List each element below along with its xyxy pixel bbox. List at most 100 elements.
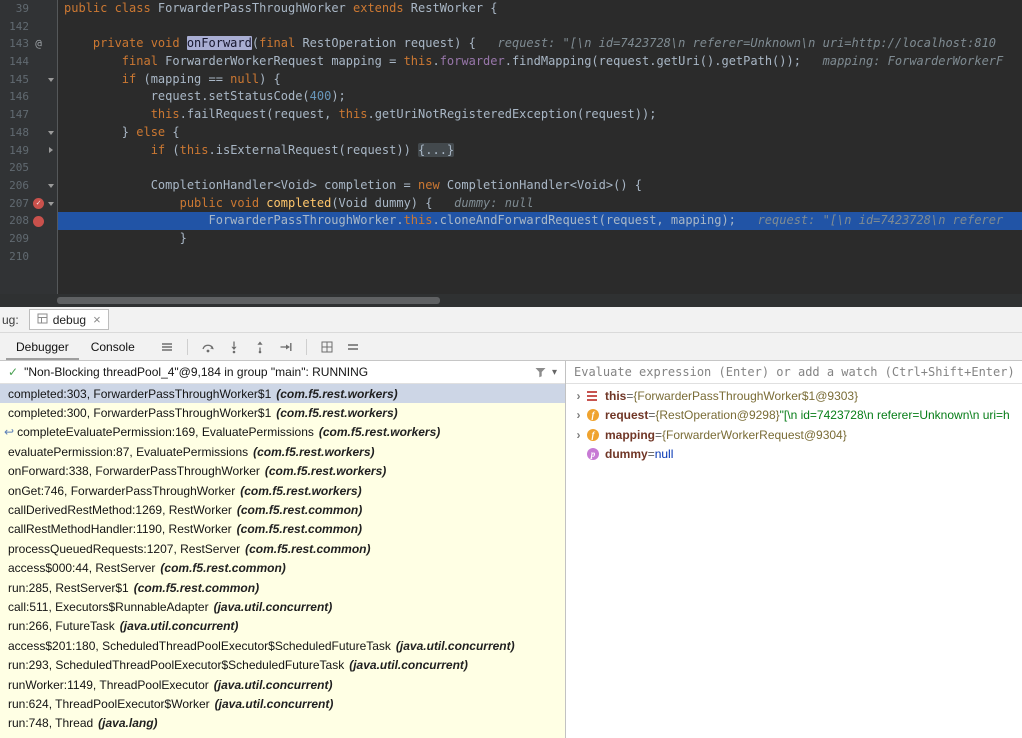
gutter-icon-slot (31, 248, 46, 266)
fold-marker-icon[interactable] (46, 177, 56, 195)
evaluate-expression-input[interactable]: Evaluate expression (Enter) or add a wat… (566, 361, 1022, 384)
variable-row[interactable]: p dummy = null (566, 445, 1022, 465)
stack-frame-row[interactable]: runWorker:1149, ThreadPoolExecutor (java.… (0, 675, 565, 694)
stack-frame-row[interactable]: run:748, Thread (java.lang) (0, 714, 565, 733)
variable-value: = (655, 427, 663, 442)
filter-icon[interactable] (535, 367, 546, 378)
line-number: 207 (9, 196, 29, 210)
code-line[interactable]: 147 this.failRequest(request, this.getUr… (0, 106, 1022, 124)
stack-frame-row[interactable]: completed:300, ForwarderPassThroughWorke… (0, 403, 565, 422)
gutter-icon-slot (31, 177, 46, 195)
param-icon: p (587, 448, 599, 461)
close-icon[interactable]: × (93, 312, 101, 327)
line-number: 149 (9, 143, 29, 157)
code-line[interactable]: 144 final ForwarderWorkerRequest mapping… (0, 53, 1022, 71)
code-line[interactable]: 207 ✓ public void completed(Void dummy) {… (0, 195, 1022, 213)
stack-frame-row[interactable]: call:511, Executors$RunnableAdapter (java… (0, 597, 565, 616)
view-breakpoints-icon[interactable] (317, 338, 337, 356)
step-out-icon[interactable] (250, 338, 270, 356)
line-number: 206 (9, 178, 29, 192)
stack-frame-row[interactable]: run:293, ScheduledThreadPoolExecutor$Sch… (0, 655, 565, 674)
frame-package: (com.f5.rest.common) (160, 561, 286, 576)
variables-list: › this = {ForwarderPassThroughWorker$1@93… (566, 384, 1022, 738)
code-line[interactable]: 143 @ private void onForward(final RestOp… (0, 35, 1022, 53)
code-line[interactable]: 205 (0, 159, 1022, 177)
thread-selector[interactable]: ✓ "Non-Blocking threadPool_4"@9,184 in g… (0, 361, 565, 384)
breakpoint-verified-icon[interactable]: ✓ (31, 195, 46, 213)
gutter: 149 (0, 142, 58, 160)
variable-value: = (648, 408, 656, 423)
gutter: 145 (0, 71, 58, 89)
code-line[interactable]: 206 CompletionHandler<Void> completion =… (0, 177, 1022, 195)
fold-marker-icon[interactable] (46, 124, 56, 142)
stack-frame-row[interactable]: processQueuedRequests:1207, RestServer (c… (0, 539, 565, 558)
stack-frame-row[interactable]: access$000:44, RestServer (com.f5.rest.co… (0, 559, 565, 578)
run-to-cursor-icon[interactable] (276, 338, 296, 356)
line-number: 146 (9, 90, 29, 104)
code-line[interactable]: 142 (0, 18, 1022, 36)
code-line[interactable]: 210 (0, 248, 1022, 266)
breakpoint-dot: ✓ (33, 197, 44, 209)
toolbar-separator (305, 338, 307, 355)
stack-frame-row[interactable]: ↩ completeEvaluatePermission:169, Evaluat… (0, 423, 565, 442)
gutter-icon-slot (31, 142, 46, 160)
code-text: request.setStatusCode(400); (64, 89, 346, 104)
menu-icon[interactable] (157, 338, 177, 356)
line-number: 143 (9, 37, 29, 51)
code-line[interactable]: 149 if (this.isExternalRequest(request))… (0, 142, 1022, 160)
horizontal-scrollbar-track[interactable] (0, 294, 1022, 307)
stack-frame-row[interactable]: onGet:746, ForwarderPassThroughWorker (co… (0, 481, 565, 500)
frame-location: completed:303, ForwarderPassThroughWorke… (8, 386, 272, 401)
horizontal-scrollbar-thumb[interactable] (57, 297, 440, 304)
stack-frame-row[interactable]: run:266, FutureTask (java.util.concurrent… (0, 617, 565, 636)
variable-value: "[\n id=7423728\n referer=Unknown\n uri=… (779, 408, 1010, 423)
tab-debugger[interactable]: Debugger (6, 333, 79, 360)
mute-breakpoints-icon[interactable] (343, 338, 363, 356)
field-icon: f (587, 428, 599, 441)
frame-location: onGet:746, ForwarderPassThroughWorker (8, 483, 236, 498)
variable-row[interactable]: › f mapping = {ForwarderWorkerRequest@9304… (566, 425, 1022, 445)
stack-frame-row[interactable]: onForward:338, ForwarderPassThroughWorke… (0, 462, 565, 481)
expand-chevron-icon[interactable]: › (572, 428, 585, 442)
code-line[interactable]: 145 if (mapping == null) { (0, 71, 1022, 89)
debugger-toolbar: Debugger Console (0, 333, 1022, 361)
fold-marker-icon (46, 0, 56, 18)
stack-frame-row[interactable]: run:285, RestServer$1 (com.f5.rest.common… (0, 578, 565, 597)
fold-marker-icon[interactable] (46, 142, 56, 160)
frame-package: (java.util.concurrent) (349, 658, 468, 673)
code-line[interactable]: 208 ForwarderPassThroughWorker.this.clon… (0, 212, 1022, 230)
fold-marker-icon[interactable] (46, 71, 56, 89)
debug-session-tab[interactable]: debug × (28, 309, 109, 330)
stack-frame-row[interactable]: evaluatePermission:87, EvaluatePermissio… (0, 442, 565, 461)
expand-chevron-icon[interactable]: › (572, 389, 585, 403)
variable-row[interactable]: › this = {ForwarderPassThroughWorker$1@93… (566, 386, 1022, 406)
code-line[interactable]: 39 public class ForwarderPassThroughWorke… (0, 0, 1022, 18)
code-line[interactable]: 209 } (0, 230, 1022, 248)
line-number: 210 (9, 249, 29, 263)
gutter-icon-slot (31, 18, 46, 36)
code-line[interactable]: 148 } else { (0, 124, 1022, 142)
stack-frame-row[interactable]: run:624, ThreadPoolExecutor$Worker (java.… (0, 694, 565, 713)
stack-frame-row[interactable]: callRestMethodHandler:1190, RestWorker (c… (0, 520, 565, 539)
gutter: 142 (0, 18, 58, 36)
step-over-icon[interactable] (198, 338, 218, 356)
frame-location: run:624, ThreadPoolExecutor$Worker (8, 696, 210, 711)
breakpoint-icon[interactable] (31, 212, 46, 230)
thread-dropdown-icon[interactable]: ▾ (552, 367, 557, 378)
line-number: 147 (9, 108, 29, 122)
line-number: 145 (9, 72, 29, 86)
tab-console[interactable]: Console (81, 333, 145, 360)
frame-package: (java.util.concurrent) (214, 696, 334, 711)
stack-frame-row[interactable]: access$201:180, ScheduledThreadPoolExecu… (0, 636, 565, 655)
expand-chevron-icon[interactable]: › (572, 408, 585, 422)
stack-frame-row[interactable]: completed:303, ForwarderPassThroughWorke… (0, 384, 565, 404)
gutter: 148 (0, 124, 58, 142)
stack-frame-row[interactable]: callDerivedRestMethod:1269, RestWorker (c… (0, 500, 565, 519)
frame-package: (com.f5.rest.workers) (240, 483, 362, 498)
fold-marker-icon[interactable] (46, 195, 56, 213)
step-into-icon[interactable] (224, 338, 244, 356)
code-line[interactable]: 146 request.setStatusCode(400); (0, 88, 1022, 106)
variable-row[interactable]: › f request = {RestOperation@9298} "[\n id… (566, 406, 1022, 426)
code-editor[interactable]: 39 public class ForwarderPassThroughWorke… (0, 0, 1022, 307)
debug-tool-window: ug: debug × Debugger Console ✓ "Non-Bloc… (0, 307, 1022, 738)
